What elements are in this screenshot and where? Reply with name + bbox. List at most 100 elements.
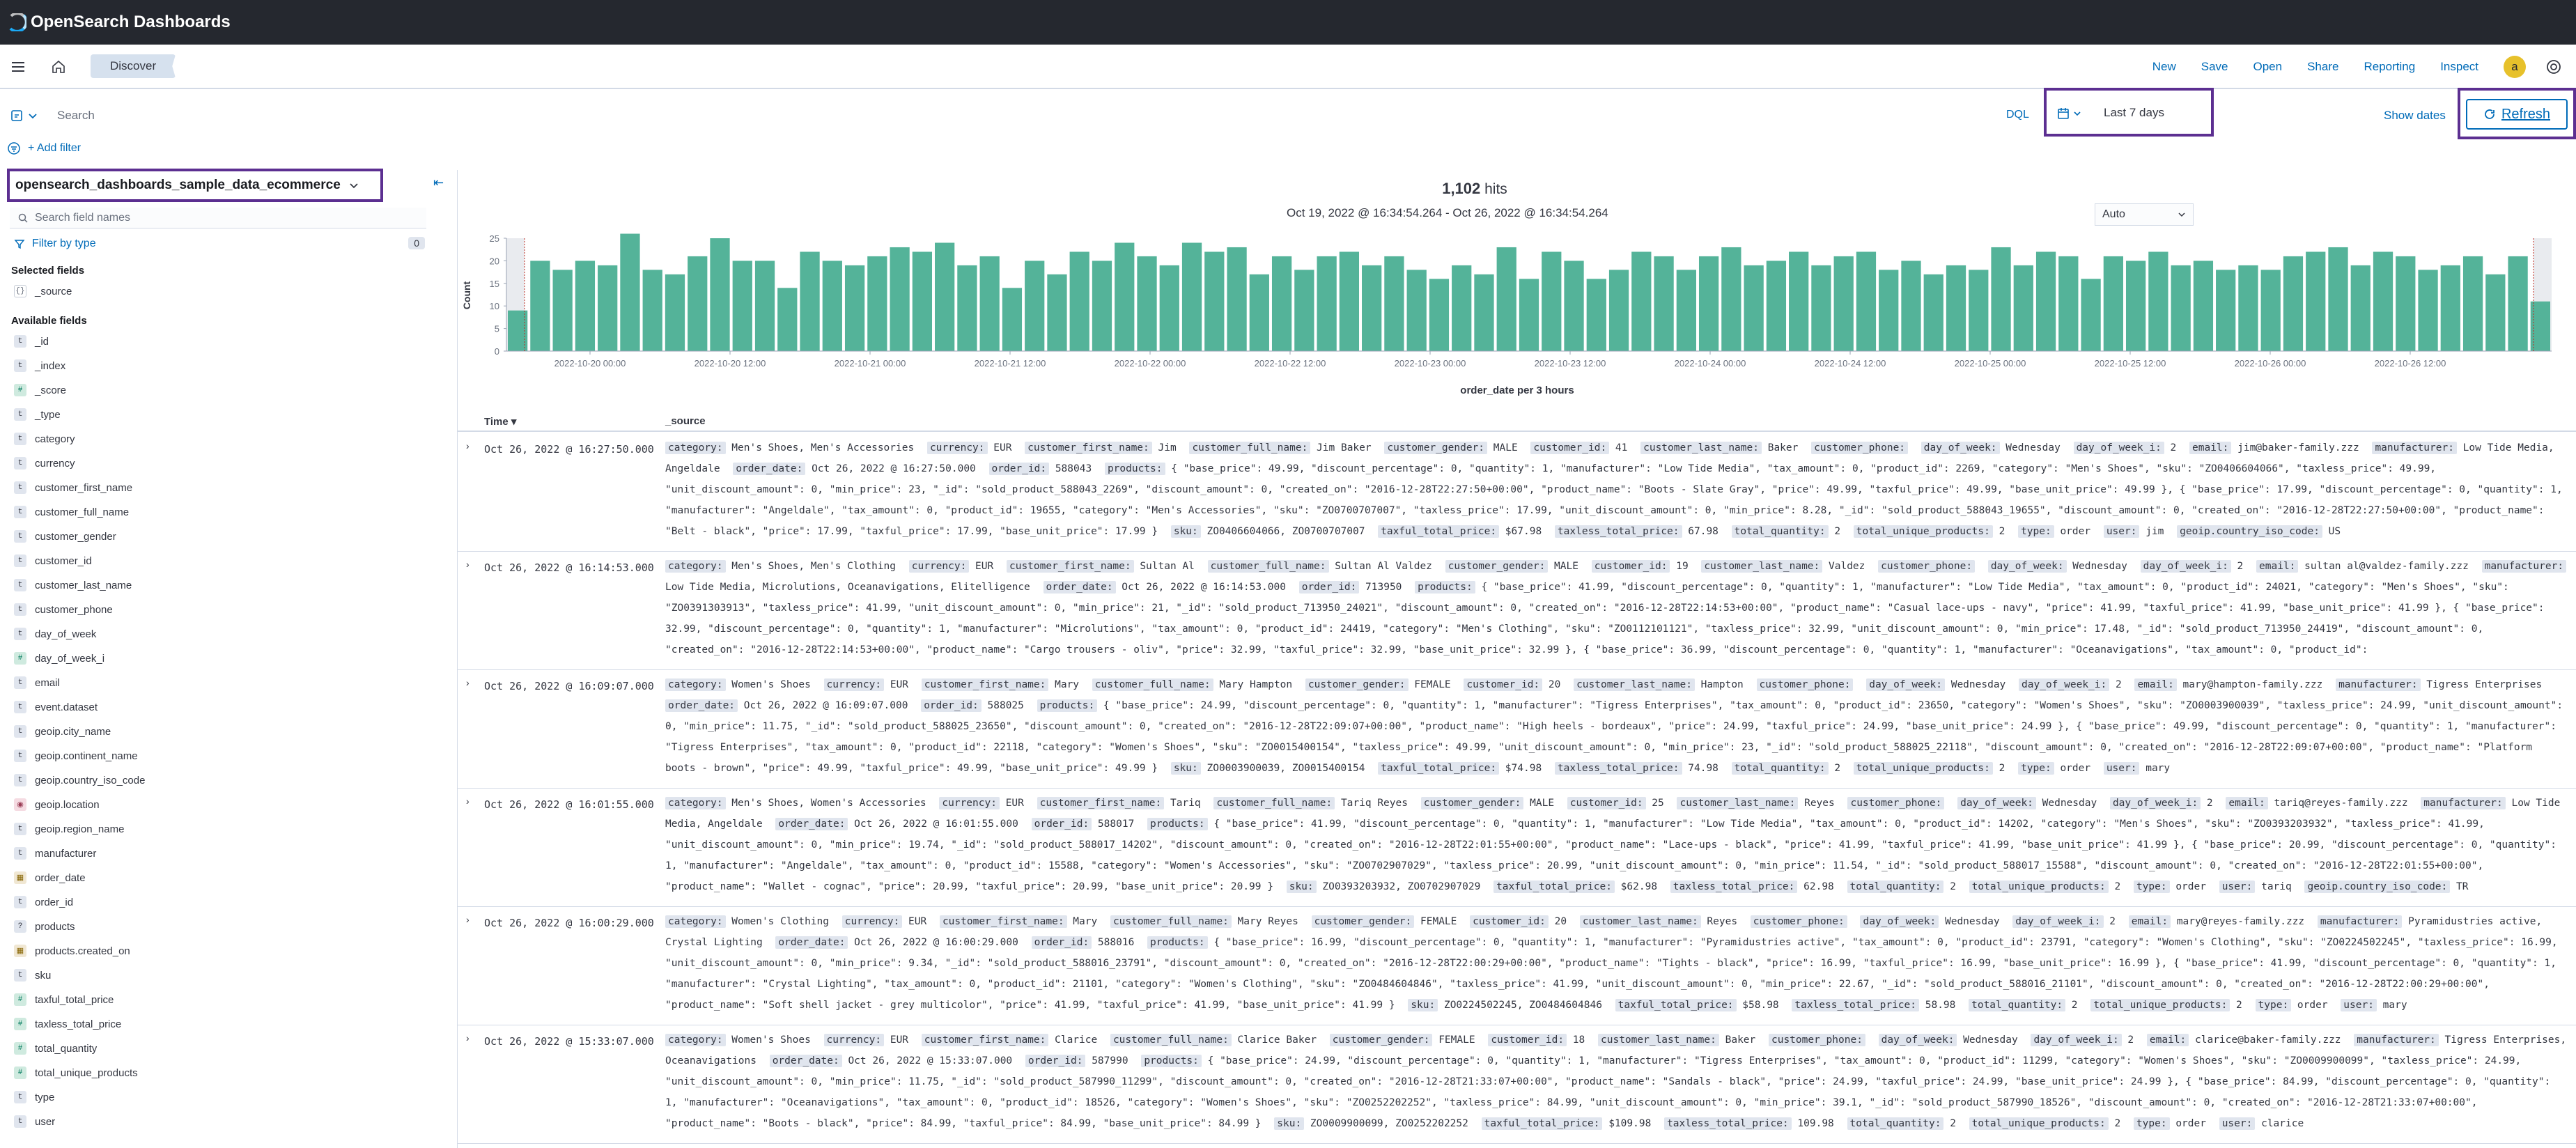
menu-new[interactable]: New [2152,60,2176,74]
field-item-id[interactable]: t _id [14,332,49,351]
menu-save[interactable]: Save [2201,60,2228,74]
field-item-user[interactable]: t user [14,1112,55,1131]
refresh-button[interactable]: Refresh [2466,99,2568,130]
field-item-geoip-location[interactable]: ◉ geoip.location [14,795,100,814]
saved-queries-button[interactable] [10,104,45,127]
field-item-email[interactable]: t email [14,673,60,692]
source-field-value: 2 [2108,881,2127,892]
source-field-value: Reyes [1798,798,1841,809]
field-item-event-dataset[interactable]: t event.dataset [14,697,98,717]
expand-row-icon[interactable]: › [466,440,470,451]
date-picker[interactable]: Last 7 days [2044,88,2214,137]
selected-field-source[interactable]: {} _source [14,281,72,301]
expand-row-icon[interactable]: › [466,559,470,570]
field-type-icon: ◉ [14,798,26,811]
field-item-customer-last-name[interactable]: t customer_last_name [14,575,132,595]
field-item-currency[interactable]: t currency [14,453,75,473]
field-item-order-date[interactable]: ▦ order_date [14,868,86,887]
filter-by-type-button[interactable]: Filter by type 0 [14,235,425,252]
field-item-geoip-country-iso-code[interactable]: t geoip.country_iso_code [14,770,145,790]
add-filter-button[interactable]: + Add filter [28,142,81,155]
field-item-geoip-region-name[interactable]: t geoip.region_name [14,819,124,839]
source-field-value: mary [2376,1000,2407,1011]
field-type-icon: # [14,1018,26,1030]
field-item-day-of-week[interactable]: t day_of_week [14,624,96,644]
field-item-customer-phone[interactable]: t customer_phone [14,600,113,619]
field-item-total-quantity[interactable]: # total_quantity [14,1039,97,1058]
field-item-day-of-week-i[interactable]: # day_of_week_i [14,649,104,668]
index-pattern-selector[interactable]: opensearch_dashboards_sample_data_ecomme… [7,169,383,202]
chart-x-axis-label: order_date per 3 hours [1460,385,1574,396]
menu-inspect[interactable]: Inspect [2440,60,2478,74]
query-language-button[interactable]: DQL [2006,109,2029,121]
table-row[interactable]: › Oct 26, 2022 @ 16:14:53.000 category: Me… [458,552,2576,670]
field-name: order_id [35,896,74,908]
table-row[interactable]: › Oct 26, 2022 @ 16:00:29.000 category: Wo… [458,907,2576,1025]
field-item-customer-full-name[interactable]: t customer_full_name [14,502,129,522]
field-item-customer-id[interactable]: t customer_id [14,551,92,571]
source-field-value: order [2291,1000,2334,1011]
expand-row-icon[interactable]: › [466,914,470,925]
source-field: day_of_week_i: 2 [2073,442,2189,454]
show-dates-button[interactable]: Show dates [2384,109,2446,123]
table-row[interactable]: › Oct 26, 2022 @ 16:01:55.000 category: Me… [458,789,2576,907]
table-row[interactable]: › Oct 26, 2022 @ 15:33:07.000 category: Wo… [458,1025,2576,1144]
source-field-key: customer_last_name: [1579,915,1701,928]
field-item-geoip-city-name[interactable]: t geoip.city_name [14,722,111,741]
field-item-geoip-continent-name[interactable]: t geoip.continent_name [14,746,138,766]
field-item-customer-first-name[interactable]: t customer_first_name [14,478,132,497]
field-item-customer-gender[interactable]: t customer_gender [14,527,116,546]
field-item-order-id[interactable]: t order_id [14,892,73,912]
source-field: user: clarice [2219,1117,2311,1130]
opensearch-logo[interactable]: OpenSearch Dashboards [8,13,231,32]
breadcrumb-discover[interactable]: Discover [91,54,176,78]
menu-share[interactable]: Share [2307,60,2338,74]
interval-select[interactable]: Auto [2095,203,2194,226]
help-icon[interactable] [2545,59,2562,75]
source-field: customer_last_name: Hampton [1574,678,1756,691]
table-row[interactable]: › Oct 26, 2022 @ 16:09:07.000 category: Wo… [458,670,2576,789]
field-item-sku[interactable]: t sku [14,965,51,985]
field-item-category[interactable]: t category [14,429,75,449]
histogram-bar [710,238,730,351]
menu-open[interactable]: Open [2253,60,2283,74]
menu-icon[interactable] [10,59,26,75]
histogram-chart[interactable]: Count 0 5 10 15 20 25 2022-10-20 00:00 2022-10-2… [458,231,2576,385]
field-item-products[interactable]: ? products [14,917,75,936]
field-name: geoip.location [35,798,100,811]
user-avatar[interactable]: a [2504,56,2526,78]
histogram-bar [1698,256,1719,351]
field-item-manufacturer[interactable]: t manufacturer [14,844,96,863]
field-type-icon: # [14,993,26,1006]
table-row[interactable]: › Oct 26, 2022 @ 16:27:50.000 category: Me… [458,433,2576,552]
field-item-index[interactable]: t _index [14,356,65,375]
field-item-taxful-total-price[interactable]: # taxful_total_price [14,990,114,1009]
collapse-sidebar-icon[interactable]: ⇤ [433,176,444,190]
field-item-products-created-on[interactable]: ▦ products.created_on [14,941,130,961]
expand-row-icon[interactable]: › [466,796,470,807]
field-item-score[interactable]: # _score [14,380,66,400]
expand-row-icon[interactable]: › [466,677,470,688]
field-search-input[interactable]: Search field names [10,208,426,228]
menu-reporting[interactable]: Reporting [2364,60,2415,74]
source-field: currency: EUR [908,560,1007,573]
home-icon[interactable] [50,59,67,75]
filter-options-icon[interactable] [7,141,21,155]
search-input[interactable]: Search [57,109,95,123]
expand-row-icon[interactable]: › [466,1032,470,1044]
date-quick-menu[interactable] [2056,104,2084,123]
source-field-key: customer_gender: [1445,560,1549,573]
source-field-value: Men's Shoes, Women's Accessories [725,798,933,809]
sort-down-icon[interactable]: ▾ [511,416,517,428]
field-item-taxless-total-price[interactable]: # taxless_total_price [14,1014,121,1034]
source-field-value: 2 [2230,1000,2249,1011]
field-item-type[interactable]: t type [14,1087,54,1107]
column-time[interactable]: Time ▾ [484,415,516,428]
field-item-total-unique-products[interactable]: # total_unique_products [14,1063,138,1083]
field-item-type[interactable]: t _type [14,405,61,424]
date-range-value[interactable]: Last 7 days [2104,106,2164,120]
source-field-key: order_date: [775,936,848,949]
source-field: customer_first_name: Mary [939,915,1110,928]
field-type-icon: t [14,701,26,713]
source-field: day_of_week_i: 2 [2012,915,2128,928]
